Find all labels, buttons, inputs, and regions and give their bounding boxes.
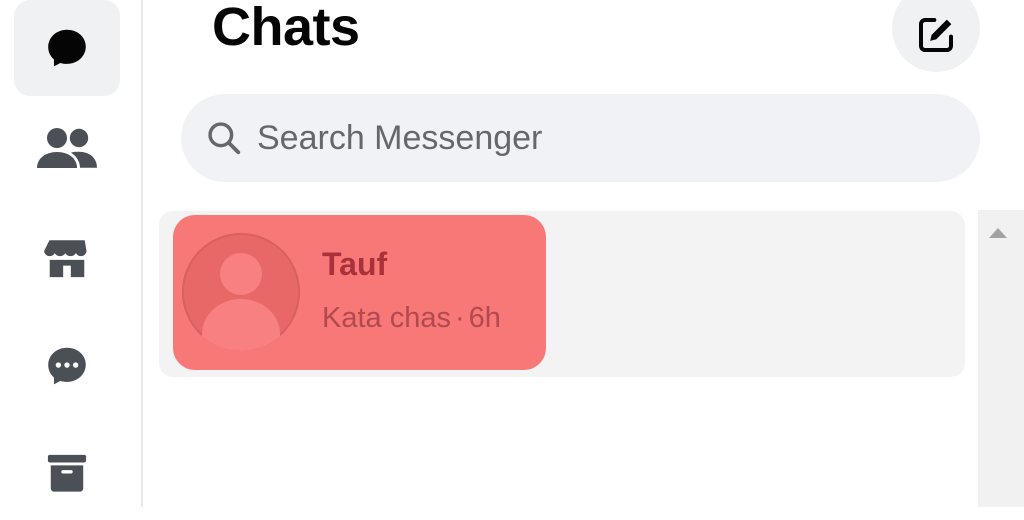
archive-icon <box>47 454 87 492</box>
scroll-up-arrow-icon[interactable] <box>989 228 1007 238</box>
chat-preview: Kata chas <box>322 302 451 334</box>
chat-name: Tauf <box>322 246 388 282</box>
rail-item-marketplace[interactable] <box>14 210 120 306</box>
chat-time: 6h <box>468 302 501 334</box>
rail-item-people[interactable] <box>14 100 120 196</box>
avatar-head <box>220 253 262 295</box>
chat-dots-icon <box>48 347 86 385</box>
compose-icon <box>919 18 953 52</box>
avatar-body <box>202 299 280 351</box>
rail-item-chats[interactable] <box>14 0 120 96</box>
page-title: Chats <box>212 0 360 57</box>
store-icon <box>44 240 87 278</box>
search-input[interactable] <box>257 118 937 158</box>
rail-item-archived[interactable] <box>14 424 120 520</box>
scrollbar[interactable] <box>978 210 1024 507</box>
avatar <box>182 233 300 351</box>
chat-bubble-icon <box>48 29 86 67</box>
rail-item-requests[interactable] <box>14 318 120 414</box>
search-bar[interactable] <box>181 94 980 182</box>
people-icon <box>37 128 97 168</box>
search-icon <box>208 122 241 155</box>
navigation-rail <box>0 0 143 507</box>
compose-button[interactable] <box>892 0 980 72</box>
chat-preview-line: Kata chas · 6h <box>322 302 501 335</box>
separator: · <box>454 302 465 334</box>
